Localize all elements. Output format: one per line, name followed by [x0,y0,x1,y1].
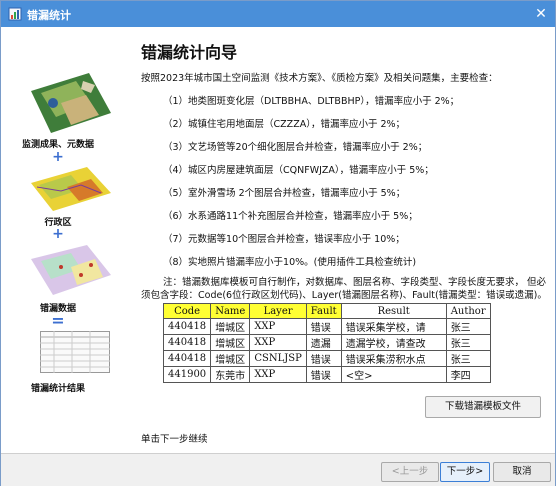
plus-icon: + [52,226,64,242]
cell: XXP [249,334,307,351]
cancel-button[interactable]: 取消 [493,462,551,482]
note-text-line1: 注：错漏数据库模板可自行制作，对数据库、图层名称、字段类型、字段长度无要求， 但… [163,277,547,288]
cell: 440418 [162,318,212,335]
check-item: （4）城区内房屋建筑面层（CQNFWJZA），错漏率应小于 5%； [163,165,434,176]
check-item: （6）水系通路11个补充图层合并检查，错漏率应小于 5%； [163,211,418,222]
cell: XXP [249,366,307,383]
cell: 440418 [162,334,212,351]
check-item: （7）元数据等10个图层合并检查，错误率应小于 10%； [163,234,405,245]
plus-icon: + [52,149,64,165]
cell: CSNLJSP [249,350,307,367]
column-header-result: Result [340,303,447,319]
wizard-window: 错漏统计 ✕ 错漏统计向导 监测成果、元数据 + 行政区 + 错漏数据 = 错漏… [0,0,556,486]
table-row: 440418 增城区 XXP 遗漏 遗漏学校，请查改 张三 [162,334,491,351]
result-table-thumbnail [40,331,110,373]
close-icon[interactable]: ✕ [533,6,549,22]
cell: 440418 [162,350,212,367]
cell: 东莞市 [210,366,251,383]
table-row: 440418 增城区 XXP 错误 错误采集学校，请 张三 [162,318,491,335]
check-item: （8）实地照片错漏率应小于10%。(使用插件工具检查统计) [163,257,417,268]
next-button[interactable]: 下一步> [440,462,490,482]
table-row: 440418 增城区 CSNLJSP 错误 错误采集涝积水点 张三 [162,350,491,367]
cell: 李四 [445,366,491,383]
equals-icon: = [51,311,65,330]
window-title: 错漏统计 [27,9,71,22]
admin-map-thumbnail [31,167,111,211]
cell: 遗漏学校，请查改 [340,334,447,351]
cell: 遗漏 [305,334,342,351]
cell: XXP [249,318,307,335]
cell: 错误 [305,366,342,383]
check-item: （2）城镇住宅用地面层（CZZZA），错漏率应小于 2%； [163,119,406,130]
check-item: （5）室外滑雪场 2个图层合并检查，错漏率应小于 5%； [163,188,406,199]
cell: 张三 [445,350,491,367]
title-bar[interactable]: 错漏统计 ✕ [1,1,555,27]
error-data-thumbnail [31,245,111,295]
cell: 441900 [162,366,212,383]
cell: 错误采集涝积水点 [340,350,447,367]
column-header-code: Code [162,303,212,319]
column-header-layer: Layer [249,303,307,319]
table-row: 441900 东莞市 XXP 错误 <空> 李四 [162,366,491,383]
step-caption-result: 错漏统计结果 [30,384,85,394]
example-error-table: Code Name Layer Fault Result Author 4404… [162,303,491,383]
cell: 错误 [305,318,342,335]
app-icon [8,7,22,21]
imagery-map-thumbnail [31,73,111,133]
page-title: 错漏统计向导 [141,43,238,62]
next-step-hint: 单击下一步继续 [141,434,208,445]
cell: 错误采集学校，请 [340,318,447,335]
intro-text: 按照2023年城市国土空间监测《技术方案》、《质检方案》及相关问题集，主要检查： [141,73,498,84]
column-header-author: Author [445,303,491,319]
cell: 错误 [305,350,342,367]
footer-bar: <上一步 下一步> 取消 [1,453,555,486]
cell: 张三 [445,318,491,335]
column-header-fault: Fault [305,303,342,319]
table-header-row: Code Name Layer Fault Result Author [162,303,491,319]
column-header-name: Name [210,303,251,319]
download-template-button[interactable]: 下载错漏模板文件 [425,396,541,418]
check-item: （3）文艺场管等20个细化图层合并检查，错漏率应小于 2%； [163,142,428,153]
cell: 增城区 [210,334,251,351]
check-item: （1）地类图斑变化层（DLTBBHA、DLTBBHP），错漏率应小于 2%； [163,96,460,107]
cell: 张三 [445,334,491,351]
cell: <空> [340,366,447,383]
previous-button[interactable]: <上一步 [381,462,439,482]
note-text-line2: 须包含字段：Code(6位行政区划代码)、Layer(错漏图层名称)、Fault… [141,290,547,301]
cell: 增城区 [210,318,251,335]
cell: 增城区 [210,350,251,367]
